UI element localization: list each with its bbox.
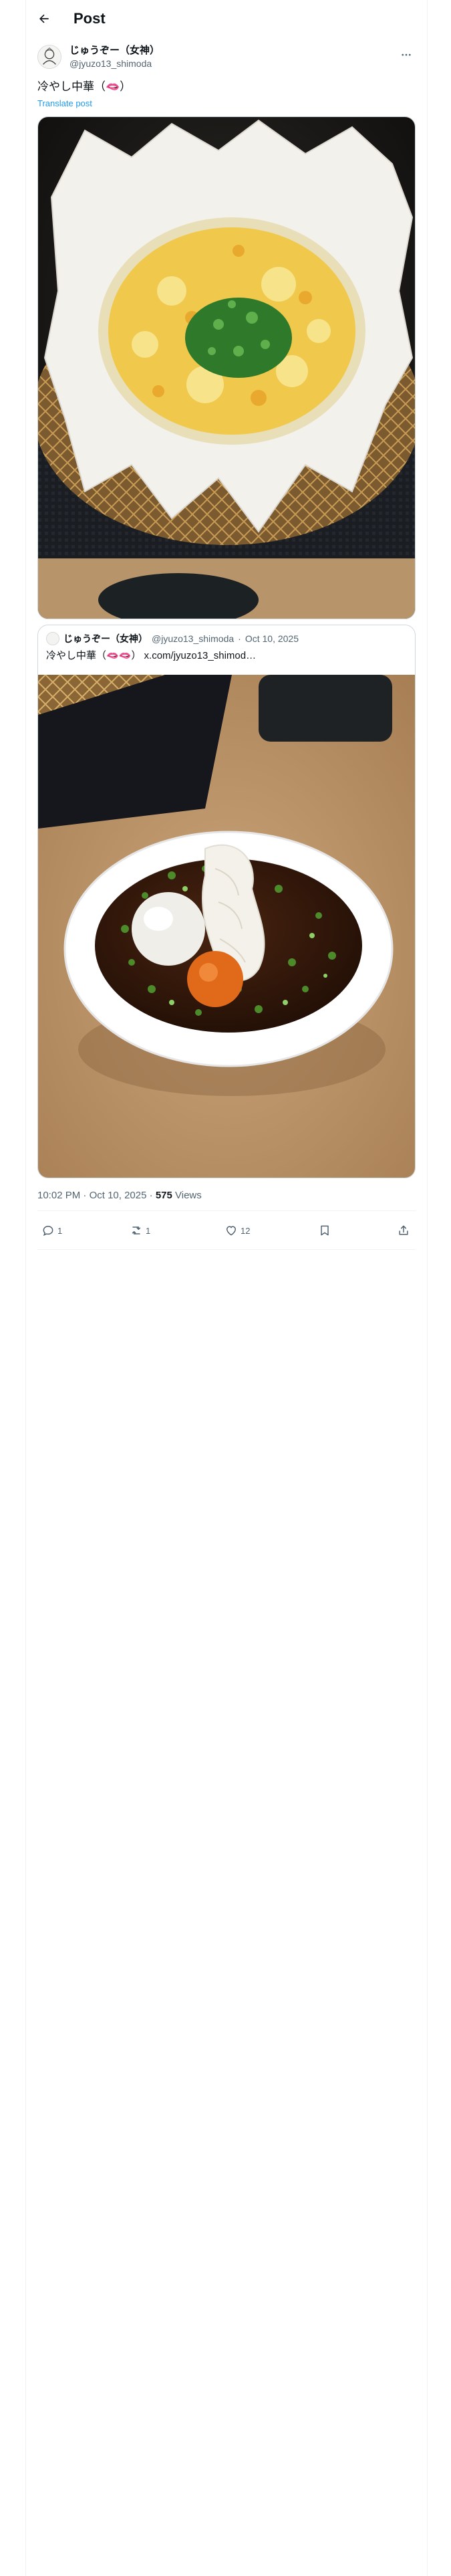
reply-icon [43,1225,53,1237]
post-meta: 10:02 PM · Oct 10, 2025 · 575 Views [37,1189,202,1202]
meta-separator-2: · [149,1190,153,1201]
quoted-post-header: じゅうぞー（女神） @jyuzo13_shimoda · Oct 10, 202… [46,632,299,645]
post-time[interactable]: 10:02 PM [37,1190,80,1201]
meta-separator: · [83,1190,87,1201]
quoted-post-image[interactable] [38,675,415,1178]
like-count: 12 [241,1225,251,1236]
translate-post-link[interactable]: Translate post [37,98,92,110]
quoted-post-text: 冷やし中華（🫦🫦） x.com/jyuzo13_shimod… [46,650,257,661]
reply-count: 1 [57,1225,63,1236]
page-title: Post [73,10,106,27]
back-button[interactable] [35,9,53,28]
author-handle[interactable]: @jyuzo13_shimoda [69,58,152,70]
more-horizontal-icon [402,53,411,56]
more-button[interactable] [398,47,414,63]
views-count: 575 [155,1190,172,1201]
views-label: Views [175,1190,202,1201]
divider [37,1210,416,1211]
share-icon [399,1225,408,1235]
repost-button[interactable]: 1 [130,1222,150,1239]
share-button[interactable] [397,1222,410,1239]
post-actions: 1 1 12 [37,1218,416,1243]
quoted-separator: · [238,633,241,644]
post-author: じゅうぞー（女神） @jyuzo13_shimoda [37,43,418,75]
post-text: 冷やし中華（🫦） [37,80,132,93]
quoted-date: Oct 10, 2025 [245,633,299,644]
arrow-left-icon [39,14,49,23]
quoted-post[interactable]: じゅうぞー（女神） @jyuzo13_shimoda · Oct 10, 202… [37,625,416,1178]
author-display-name[interactable]: じゅうぞー（女神） [69,44,160,58]
page-header: Post [0,0,451,37]
repost-count: 1 [146,1225,151,1236]
quoted-display-name: じゅうぞー（女神） [63,633,148,644]
repost-icon [132,1226,141,1235]
quoted-avatar [46,632,59,645]
bookmark-button[interactable] [318,1222,331,1239]
divider [37,1249,416,1250]
avatar[interactable] [37,45,61,69]
reply-button[interactable]: 1 [41,1222,62,1239]
post-image[interactable] [37,116,416,619]
like-button[interactable]: 12 [224,1222,250,1239]
post-date[interactable]: Oct 10, 2025 [90,1190,147,1201]
quoted-handle: @jyuzo13_shimoda [152,633,235,644]
bookmark-icon [321,1225,329,1236]
heart-icon [226,1226,237,1236]
